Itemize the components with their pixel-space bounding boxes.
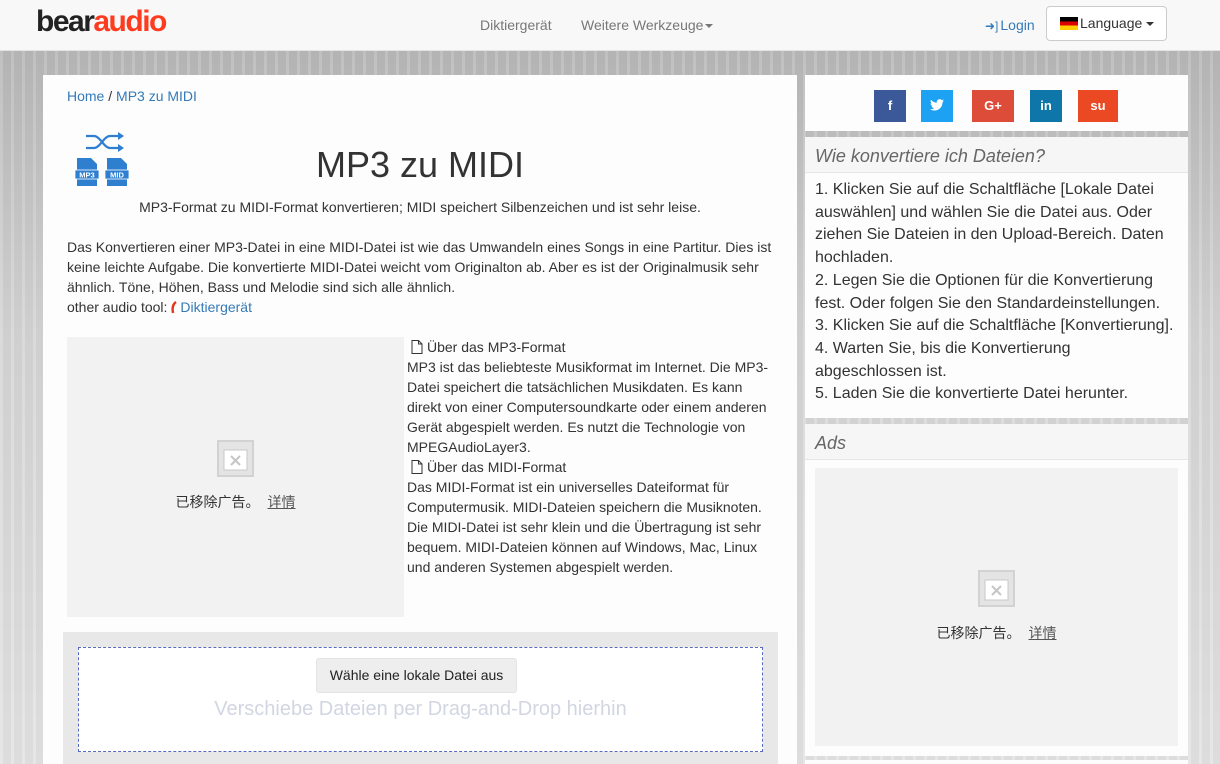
share-panel: f G+ in su xyxy=(805,75,1188,131)
stumbleupon-share-button[interactable]: su xyxy=(1078,90,1118,122)
howto-step: 4. Warten Sie, bis die Konvertierung abg… xyxy=(815,339,1071,380)
ads-panel: Ads 已移除广告。 详情 xyxy=(805,424,1188,756)
login-link[interactable]: ➜] Login xyxy=(985,16,1035,35)
mp3-format-text: MP3 ist das beliebteste Musikformat im I… xyxy=(407,359,769,455)
ad-removed-notice: 已移除广告。 详情 xyxy=(67,492,404,512)
breadcrumb-separator: / xyxy=(104,88,117,104)
ads-title: Ads xyxy=(805,424,1188,460)
bearaudio-logo[interactable]: bearaudio xyxy=(36,5,167,38)
german-flag-icon xyxy=(1060,17,1078,30)
howto-panel: Wie konvertiere ich Dateien? 1. Klicken … xyxy=(805,137,1188,418)
logo-text-audio: audio xyxy=(93,5,167,38)
chevron-down-icon xyxy=(705,24,714,29)
ad-placeholder-left: 已移除广告。 详情 xyxy=(67,337,404,617)
ad-removed-text: 已移除广告。 xyxy=(936,625,1021,641)
broken-image-icon xyxy=(217,440,254,477)
diktiergeraet-link[interactable]: Diktiergerät xyxy=(180,299,252,315)
midi-format-text: Das MIDI-Format ist ein universelles Dat… xyxy=(407,479,762,575)
microphone-icon xyxy=(171,301,178,314)
ad-removed-text: 已移除广告。 xyxy=(175,494,260,510)
mp3-heading-text: Über das MP3-Format xyxy=(427,339,566,355)
howto-step: 1. Klicken Sie auf die Schaltfläche [Lok… xyxy=(815,181,1164,267)
drop-hint-text: Verschiebe Dateien per Drag-and-Drop hie… xyxy=(214,698,627,720)
midi-format-heading: Über das MIDI-Format xyxy=(407,457,773,477)
breadcrumb-home-link[interactable]: Home xyxy=(67,88,104,104)
nav-item-diktiergeraet[interactable]: Diktiergerät xyxy=(480,16,552,34)
top-navbar: bearaudio Diktiergerät Weitere Werkzeuge… xyxy=(0,0,1220,51)
chevron-down-icon xyxy=(1146,22,1155,27)
ad-removed-notice: 已移除广告。 详情 xyxy=(815,623,1178,643)
upload-area-container: Wähle eine lokale Datei aus Verschiebe D… xyxy=(63,632,778,764)
mp3-format-heading: Über das MP3-Format xyxy=(407,337,773,357)
nav-item-label: Weitere Werkzeuge xyxy=(581,17,704,33)
page-subtitle: MP3-Format zu MIDI-Format konvertieren; … xyxy=(139,199,701,215)
other-tool-label: other audio tool: xyxy=(67,299,168,315)
page-title: MP3 zu MIDI xyxy=(315,144,525,185)
file-icon xyxy=(411,340,423,354)
intro-text: Das Konvertieren einer MP3-Datei in eine… xyxy=(67,239,772,295)
howto-step: 5. Laden Sie die konvertierte Datei heru… xyxy=(815,385,1129,403)
main-content-panel: Home / MP3 zu MIDI MP3 MID MP3 zu MIDI M… xyxy=(43,75,797,764)
upload-drop-zone[interactable]: Wähle eine lokale Datei aus Verschiebe D… xyxy=(78,647,763,752)
howto-steps: 1. Klicken Sie auf die Schaltfläche [Lok… xyxy=(805,173,1188,406)
sidebar-next-panel xyxy=(805,760,1188,764)
howto-title: Wie konvertiere ich Dateien? xyxy=(805,137,1188,173)
breadcrumb-current-link[interactable]: MP3 zu MIDI xyxy=(116,88,197,104)
file-icon xyxy=(411,460,423,474)
ad-detail-link[interactable]: 详情 xyxy=(1029,625,1057,641)
sign-in-icon: ➜] xyxy=(985,19,999,33)
intro-paragraph: Das Konvertieren einer MP3-Datei in eine… xyxy=(67,237,779,317)
language-dropdown[interactable]: Language xyxy=(1046,6,1167,41)
ad-placeholder-right: 已移除广告。 详情 xyxy=(815,468,1178,746)
logo-text-bear: bear xyxy=(36,5,95,38)
twitter-icon xyxy=(930,99,944,111)
midi-heading-text: Über das MIDI-Format xyxy=(427,459,567,475)
login-label: Login xyxy=(1000,17,1035,33)
howto-step: 2. Legen Sie die Optionen für die Konver… xyxy=(815,271,1161,312)
howto-step: 3. Klicken Sie auf die Schaltfläche [Kon… xyxy=(815,317,1174,335)
twitter-share-button[interactable] xyxy=(921,90,953,122)
broken-image-icon xyxy=(978,570,1015,607)
other-tool-line: other audio tool: Diktiergerät xyxy=(67,297,779,317)
linkedin-share-button[interactable]: in xyxy=(1030,90,1062,122)
language-label: Language xyxy=(1080,15,1143,31)
nav-item-weitere-werkzeuge[interactable]: Weitere Werkzeuge xyxy=(581,16,714,34)
choose-local-file-button[interactable]: Wähle eine lokale Datei aus xyxy=(316,658,517,693)
format-info: Über das MP3-Format MP3 ist das beliebte… xyxy=(407,337,773,577)
breadcrumb: Home / MP3 zu MIDI xyxy=(67,88,197,104)
facebook-share-button[interactable]: f xyxy=(874,90,906,122)
ad-detail-link[interactable]: 详情 xyxy=(268,494,296,510)
googleplus-share-button[interactable]: G+ xyxy=(972,90,1014,122)
